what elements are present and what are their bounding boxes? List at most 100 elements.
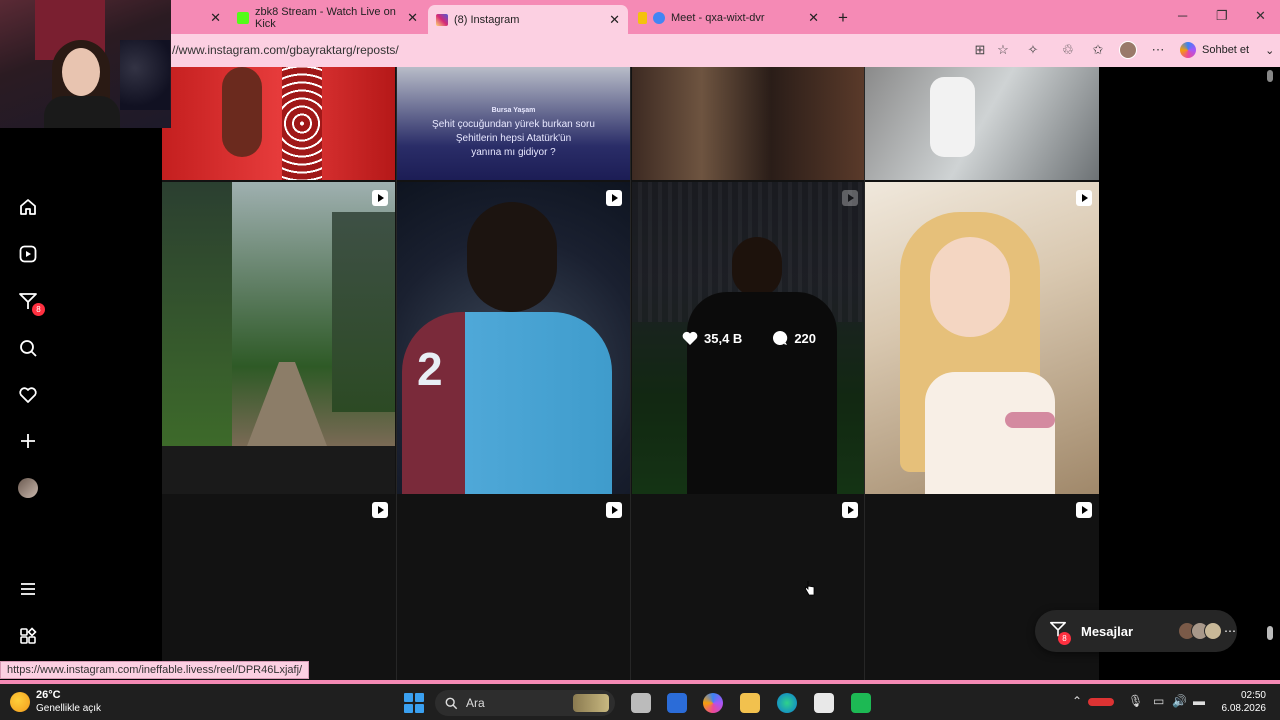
system-clock[interactable]: 02:50 6.08.2026 xyxy=(1218,689,1267,715)
tab-title: Meet - qxa-wixt-dvr xyxy=(671,12,765,24)
post-caption-source: Bursa Yaşam xyxy=(491,107,536,114)
child-figure-shape xyxy=(930,77,975,157)
also-from-meta-icon[interactable] xyxy=(17,625,39,647)
profile-avatar-icon[interactable] xyxy=(17,477,39,499)
tab-title: (8) Instagram xyxy=(454,13,520,26)
grid-divider xyxy=(396,67,397,680)
comments-stat: 220 xyxy=(772,330,816,346)
microsoft-store-icon[interactable] xyxy=(814,693,834,713)
notification-badge: 8 xyxy=(32,303,45,316)
post-thumbnail-loading[interactable] xyxy=(632,494,864,680)
taskbar-search[interactable]: Ara xyxy=(435,690,615,716)
profile-avatar[interactable] xyxy=(1119,41,1137,59)
child-face-shape xyxy=(930,237,1010,337)
tray-app-icon[interactable] xyxy=(1088,698,1114,706)
right-margin xyxy=(1099,67,1280,680)
posts-grid: Bursa Yaşam Şehit çocuğundan yürek burka… xyxy=(162,67,1099,680)
jersey-shape xyxy=(402,312,612,494)
split-screen-icon[interactable]: ⊞ xyxy=(972,42,988,58)
post-thumbnail-loading[interactable] xyxy=(865,494,1099,680)
maximize-icon[interactable]: ❐ xyxy=(1216,8,1228,24)
copilot-chat-button[interactable]: Sohbet et ⌄ xyxy=(1180,42,1274,58)
more-options-icon[interactable]: ⋯ xyxy=(1150,42,1166,58)
create-plus-icon[interactable] xyxy=(17,430,39,452)
instagram-sidebar: 8 xyxy=(0,128,161,680)
favorite-star-icon[interactable]: ☆ xyxy=(995,42,1011,58)
new-tab-button[interactable]: + xyxy=(838,8,848,28)
post-thumbnail-loading[interactable] xyxy=(397,494,630,680)
post-thumbnail[interactable] xyxy=(162,67,395,180)
url-field[interactable]: //www.instagram.com/gbayraktarg/reposts/ xyxy=(172,43,399,57)
post-thumbnail[interactable] xyxy=(865,182,1099,494)
message-avatars: ⋯ xyxy=(1178,622,1237,640)
minimize-icon[interactable]: ─ xyxy=(1178,8,1187,23)
browser-tab-kick[interactable]: zbk8 Stream - Watch Live on Kick ✕ xyxy=(229,5,426,31)
post-thumbnail[interactable]: 2 xyxy=(397,182,630,494)
dotted-fabric-shape xyxy=(282,67,322,180)
search-icon xyxy=(445,697,458,709)
tray-chevron-up-icon[interactable]: ⌃ xyxy=(1072,694,1082,708)
post-thumbnail[interactable] xyxy=(865,67,1099,180)
extensions-icon[interactable]: ✧ xyxy=(1025,42,1041,58)
weather-widget[interactable]: 26°C Genellikle açık xyxy=(10,689,101,715)
comments-count: 220 xyxy=(794,330,817,346)
window-close-icon[interactable]: ✕ xyxy=(1255,8,1266,24)
network-icon[interactable]: ▭ xyxy=(1153,694,1164,708)
scrollbar-thumb[interactable] xyxy=(1267,626,1273,640)
chevron-down-icon[interactable]: ⌄ xyxy=(1265,44,1274,57)
messages-button[interactable]: 8 Mesajlar ⋯ xyxy=(1035,610,1237,652)
kick-app-icon[interactable] xyxy=(851,693,871,713)
copilot-icon xyxy=(1180,42,1196,58)
weather-condition: Genellikle açık xyxy=(36,703,102,714)
post-caption-line: Şehit çocuğundan yürek burkan soru xyxy=(432,119,595,130)
post-thumbnail[interactable] xyxy=(162,182,395,446)
clock-date: 6.08.2026 xyxy=(1221,703,1267,714)
close-tab-icon[interactable]: ✕ xyxy=(407,10,418,26)
copilot-app-icon[interactable] xyxy=(703,693,723,713)
battery-icon[interactable]: ▬ xyxy=(1193,694,1205,708)
search-highlight-icon xyxy=(573,694,609,712)
comment-bubble-icon xyxy=(773,330,788,345)
close-tab-icon[interactable]: ✕ xyxy=(808,10,819,26)
search-icon[interactable] xyxy=(17,337,39,359)
browser-tab-meet[interactable]: Meet - qxa-wixt-dvr ✕ xyxy=(630,5,827,31)
edge-browser-icon[interactable] xyxy=(777,693,797,713)
post-thumbnail[interactable] xyxy=(632,67,864,180)
close-tab-icon[interactable]: ✕ xyxy=(210,10,221,26)
favorites-icon[interactable]: ✩ xyxy=(1090,42,1106,58)
close-tab-icon[interactable]: ✕ xyxy=(609,12,620,28)
menu-hamburger-icon[interactable] xyxy=(17,578,39,600)
post-thumbnail-empty[interactable] xyxy=(162,446,395,494)
file-explorer-icon[interactable] xyxy=(740,693,760,713)
post-thumbnail[interactable]: Bursa Yaşam Şehit çocuğundan yürek burka… xyxy=(397,67,630,180)
task-view-icon[interactable] xyxy=(631,693,651,713)
browser-essentials-icon[interactable]: ♲ xyxy=(1060,42,1076,58)
more-dots-icon: ⋯ xyxy=(1224,624,1237,638)
post-thumbnail-loading[interactable] xyxy=(162,494,395,680)
scrollbar-up-arrow[interactable] xyxy=(1267,70,1273,82)
notifications-heart-icon[interactable] xyxy=(17,384,39,406)
browser-tab-partial[interactable]: ✕ xyxy=(171,5,229,31)
meet-favicon-icon xyxy=(653,12,665,24)
reel-icon xyxy=(1076,502,1092,518)
direct-messages-icon[interactable]: 8 xyxy=(17,290,45,316)
chat-label: Sohbet et xyxy=(1202,44,1250,56)
avatar xyxy=(1204,622,1223,640)
grid-divider xyxy=(864,67,865,680)
browser-tab-instagram[interactable]: (8) Instagram ✕ xyxy=(428,5,628,34)
microphone-icon[interactable]: 🎙 xyxy=(1128,694,1143,708)
volume-icon[interactable]: 🔊 xyxy=(1172,694,1187,708)
reels-icon[interactable] xyxy=(17,243,39,265)
outlook-icon[interactable] xyxy=(667,693,687,713)
home-icon[interactable] xyxy=(17,196,39,218)
search-placeholder: Ara xyxy=(466,696,485,710)
hand-cursor-icon xyxy=(805,581,815,596)
link-preview-statusbar: https://www.instagram.com/ineffable.live… xyxy=(0,661,310,679)
jersey-number-shape: 2 xyxy=(417,343,445,395)
windows-start-icon[interactable] xyxy=(404,693,424,713)
reel-icon xyxy=(1076,190,1092,206)
messages-badge: 8 xyxy=(1058,631,1071,645)
profile-avatar xyxy=(18,478,38,498)
messages-label: Mesajlar xyxy=(1081,623,1134,639)
dress-shape xyxy=(925,372,1055,494)
